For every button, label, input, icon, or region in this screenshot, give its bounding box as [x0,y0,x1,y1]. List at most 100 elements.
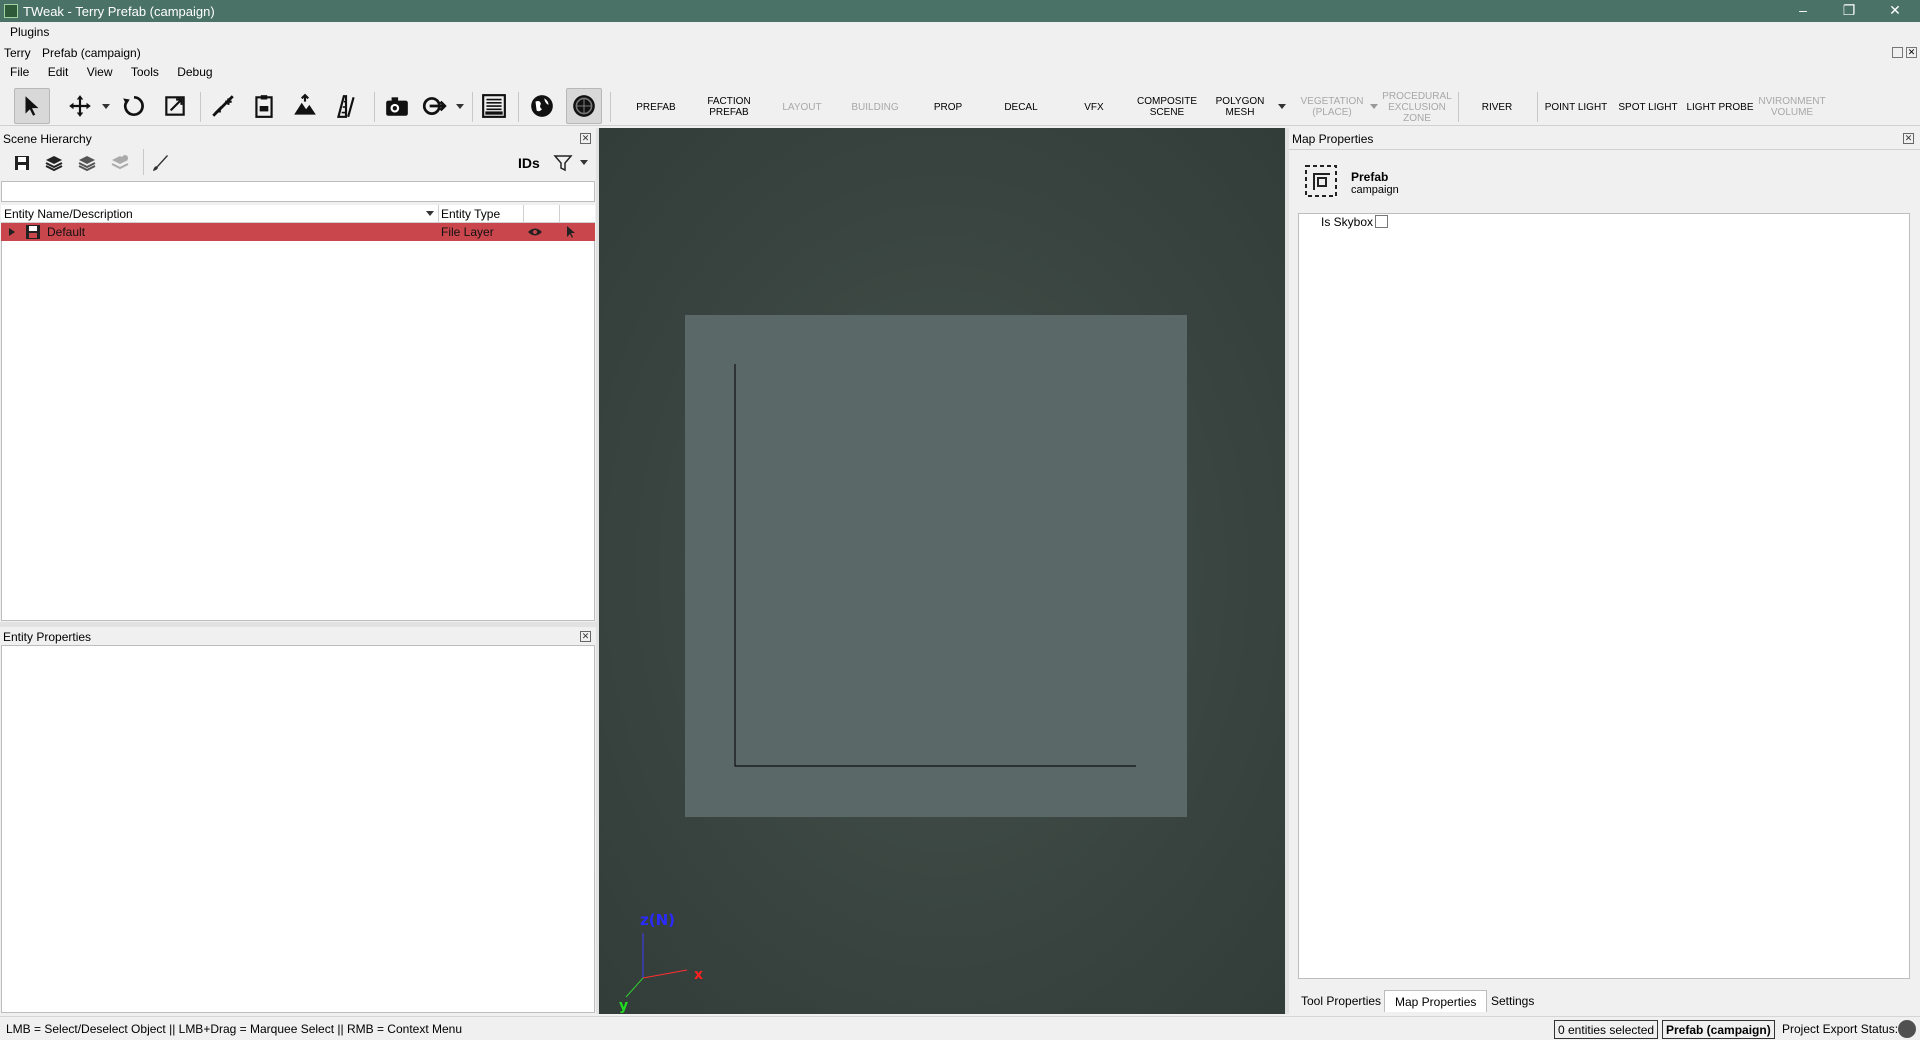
menu-tools[interactable]: Tools [123,62,166,79]
brush-button[interactable] [150,153,170,173]
app-icon [4,4,18,18]
plugins-menubar: Plugins [0,22,1920,41]
expand-arrow-icon[interactable] [9,228,15,236]
menu-plugins[interactable]: Plugins [0,22,56,39]
is-skybox-checkbox[interactable] [1375,215,1388,228]
map-properties-title: Map Properties [1289,130,1920,147]
document-menubar: Terry Prefab (campaign) ✕ [0,43,1920,62]
column-entity-name[interactable]: Entity Name/Description [4,207,133,221]
scene-tree-header: Entity Name/Description Entity Type [1,205,595,223]
light-probe-tool[interactable]: LIGHT PROBE [1684,90,1756,124]
menu-debug[interactable]: Debug [169,62,219,79]
export-dropdown-icon[interactable] [456,104,464,110]
snap-tool-button[interactable] [205,88,241,124]
sphere-view-button[interactable] [566,88,602,124]
move-tool-button[interactable] [62,88,98,124]
camera-button[interactable] [379,88,415,124]
tab-settings[interactable]: Settings [1481,990,1544,1012]
viewport-overlay: z(N) x y [619,364,1136,1014]
add-layer-button[interactable] [44,153,64,173]
clipboard-button[interactable] [246,88,282,124]
selection-count-badge: 0 entities selected [1554,1020,1659,1039]
menu-file[interactable]: File [0,62,36,79]
close-map-properties-icon[interactable]: ✕ [1903,133,1914,144]
polygon-mesh-tool[interactable]: POLYGON MESH [1204,90,1276,124]
layer-settings-button[interactable] [110,153,130,173]
menu-prefab-campaign[interactable]: Prefab (campaign) [41,43,148,60]
status-bar: LMB = Select/Deselect Object || LMB+Drag… [0,1016,1920,1040]
vfx-tool[interactable]: VFX [1058,90,1130,124]
layers-gear-icon [111,155,129,170]
scene-tree[interactable] [1,205,595,621]
close-scene-hierarchy-icon[interactable]: ✕ [580,133,591,144]
river-tool[interactable]: RIVER [1461,90,1533,124]
close-window-button[interactable]: ✕ [1872,0,1918,22]
grid-boundary-lines [734,364,1136,767]
decal-tool[interactable]: DECAL [985,90,1057,124]
close-doc-icon[interactable]: ✕ [1906,47,1917,58]
layout-tool[interactable]: LAYOUT [766,90,838,124]
terrain-icon [294,93,316,115]
globe-icon [531,95,553,117]
visibility-eye-icon[interactable] [527,227,543,237]
axis-z-label: z(N) [640,911,675,929]
move-arrows-icon [69,95,91,117]
restore-button[interactable]: ❐ [1826,0,1872,22]
scene-hierarchy-toolbar: IDs [0,148,597,179]
tab-map-properties[interactable]: Map Properties [1384,990,1488,1012]
layers-icon [78,156,96,172]
brush-icon [153,155,168,171]
tab-tool-properties[interactable]: Tool Properties [1291,990,1391,1012]
environment-volume-tool[interactable]: NVIRONMENT VOLUME [1756,90,1828,124]
tile-editor-icon [482,94,506,118]
axis-y-line [625,977,644,998]
select-tool-button[interactable] [14,88,50,124]
composite-scene-tool[interactable]: COMPOSITE SCENE [1131,90,1203,124]
map-entity-type: Prefab [1351,170,1389,184]
menu-view[interactable]: View [79,62,120,79]
globe-button[interactable] [524,88,560,124]
table-row[interactable]: Default File Layer [1,223,595,241]
axis-x-line [642,969,688,979]
point-light-tool[interactable]: POINT LIGHT [1540,90,1612,124]
save-layer-button[interactable] [12,153,32,173]
close-entity-properties-icon[interactable]: ✕ [580,631,591,642]
terrain-tool-button[interactable] [287,88,323,124]
ruler-tool-button[interactable] [328,88,364,124]
polygon-mesh-dropdown-icon[interactable] [1278,104,1286,110]
move-dropdown-icon[interactable] [102,104,110,110]
horizontal-splitter[interactable] [0,622,597,627]
axis-x-label: x [694,967,703,983]
vertical-splitter-right[interactable] [1285,128,1289,1014]
filter-button[interactable] [553,153,573,173]
row-entity-name: Default [47,225,86,239]
spot-light-tool[interactable]: SPOT LIGHT [1612,90,1684,124]
vegetation-place-tool[interactable]: VEGETATION (PLACE) [1296,90,1368,124]
minimize-button[interactable]: – [1780,0,1826,22]
float-panel-icon[interactable] [1892,47,1903,58]
building-tool[interactable]: BUILDING [839,90,911,124]
filter-dropdown-icon[interactable] [580,160,588,166]
sort-arrow-icon[interactable] [426,211,434,217]
prefab-tool[interactable]: PREFAB [620,90,692,124]
main-menubar: File Edit View Tools Debug [0,62,1920,81]
selectable-cursor-icon[interactable] [566,225,576,239]
menu-terry[interactable]: Terry [0,43,38,60]
faction-prefab-tool[interactable]: FACTION PREFAB [693,90,765,124]
procedural-exclusion-zone-tool[interactable]: PROCEDURAL EXCLUSION ZONE [1381,90,1453,124]
export-button[interactable] [416,88,452,124]
column-entity-type[interactable]: Entity Type [441,207,500,221]
prop-tool[interactable]: PROP [912,90,984,124]
rotate-icon [123,95,144,117]
layer-group-button[interactable] [77,153,97,173]
vegetation-dropdown-icon[interactable] [1370,104,1378,110]
scale-tool-button[interactable] [157,88,193,124]
ids-toggle-button[interactable]: IDs [518,155,540,171]
window-title: TWeak - Terry Prefab (campaign) [23,4,215,19]
rotate-tool-button[interactable] [116,88,152,124]
menu-edit[interactable]: Edit [40,62,76,79]
tile-editor-button[interactable] [476,88,512,124]
entity-properties-title: Entity Properties [0,628,597,645]
scene-filter-input[interactable] [1,181,595,202]
scale-icon [165,96,185,116]
